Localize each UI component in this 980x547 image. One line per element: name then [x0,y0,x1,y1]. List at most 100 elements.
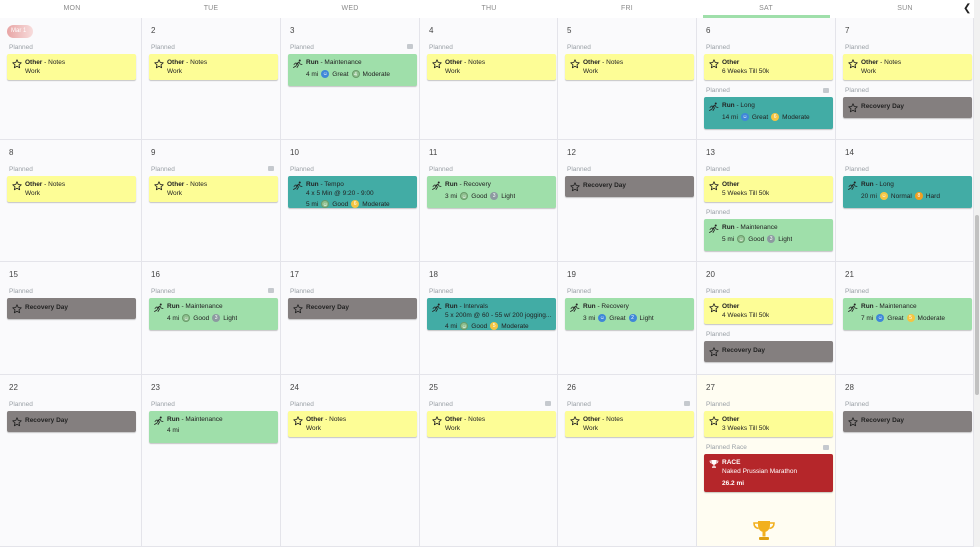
card-type: Other [861,59,879,66]
workout-card[interactable]: Recovery Day [7,411,136,432]
day-cell[interactable]: 10 Planned Run - Tempo 4 x 5 Min @ 9:20 - 9… [281,140,420,262]
day-cell[interactable]: Mar 1 Planned Other - Notes Work [0,18,142,140]
comment-icon[interactable] [268,166,274,171]
workout-card[interactable]: Other - Notes Work [427,411,556,437]
workout-card[interactable]: Run - Maintenance 4 mi ☺ Good 3 Light [149,298,278,330]
card-stats: 5 mi ☺ Good 6 Moderate [306,200,390,208]
day-cell[interactable]: 23 Planned Run - Maintenance 4 mi [142,375,281,547]
workout-card[interactable]: Run - Maintenance 5 mi ☺ Good 3 Light [704,219,833,251]
day-cell[interactable]: 17 Planned Recovery Day [281,262,420,375]
comment-icon[interactable] [545,401,551,406]
workout-card[interactable]: RACE Naked Prussian Marathon 26.2 mi [704,454,833,492]
workout-card[interactable]: Run - Maintenance 4 mi ☺ Great 4 Moderate [288,54,417,86]
workout-card[interactable]: Other - Notes Work [149,54,278,80]
workout-card[interactable]: Run - Recovery 3 mi ☺ Good 3 Light [427,176,556,208]
planned-label: Planned [429,166,453,173]
workout-card[interactable]: Run - Maintenance 4 mi [149,411,278,443]
chevron-left-icon[interactable]: ❮ [963,3,971,14]
star-icon [12,304,22,314]
feel-face-icon: ☺ [460,192,469,200]
workout-card[interactable]: Recovery Day [7,298,136,319]
workout-card[interactable]: Other - Notes Work [149,176,278,202]
day-cell[interactable]: 2 Planned Other - Notes Work [142,18,281,140]
workout-card[interactable]: Other 6 Weeks Till 50k [704,54,833,80]
workout-card[interactable]: Other - Notes Work [843,54,972,80]
workout-card[interactable]: Other - Notes Work [565,54,694,80]
card-title-line: Recovery Day [25,304,68,311]
effort-label: Moderate [362,200,390,208]
day-cell[interactable]: 18 Planned Run - Intervals 5 x 200m @ 60 - … [420,262,558,375]
comment-icon[interactable] [407,44,413,49]
day-cell[interactable]: 24 Planned Other - Notes Work [281,375,420,547]
card-subtype: - Maintenance [179,416,223,423]
card-title-line: Recovery Day [722,347,765,354]
day-cell[interactable]: 22 Planned Recovery Day [0,375,142,547]
day-cell[interactable]: 5 Planned Other - Notes Work [558,18,697,140]
day-cell[interactable]: 19 Planned Run - Recovery 3 mi ☺ Great 2 Light [558,262,697,375]
day-cell[interactable]: 15 Planned Recovery Day [0,262,142,375]
day-cell[interactable]: 6 Planned Other 6 Weeks Till 50k Planned Run … [697,18,836,140]
card-title-line: Other [722,416,739,423]
card-stats: 3 mi ☺ Great 2 Light [583,314,654,322]
card-subtype: - Maintenance [873,303,917,310]
planned-label: Planned [290,288,314,295]
date-number: 27 [706,383,715,392]
runner-icon [848,303,858,313]
scrollbar-thumb[interactable] [975,215,979,395]
distance: 4 mi [167,314,180,322]
workout-card[interactable]: Other - Notes Work [7,176,136,202]
day-cell[interactable]: 25 Planned Other - Notes Work [420,375,558,547]
card-subtype: - Tempo [318,181,344,188]
workout-card[interactable]: Other 4 Weeks Till 50k [704,298,833,324]
workout-card[interactable]: Run - Long 14 mi ☺ Great 6 Moderate [704,97,833,129]
feel-face-icon: ☺ [460,322,469,330]
workout-card[interactable]: Run - Maintenance 7 mi ☺ Great 5 Moderate [843,298,972,330]
day-cell[interactable]: 14 Planned Run - Long 20 mi ☺ Normal 8 Hard [836,140,974,262]
workout-card[interactable]: Other - Notes Work [288,411,417,437]
comment-icon[interactable] [268,288,274,293]
workout-card[interactable]: Run - Recovery 3 mi ☺ Great 2 Light [565,298,694,330]
workout-card[interactable]: Recovery Day [288,298,417,319]
effort-label: Moderate [501,322,529,330]
planned-label: Planned [151,288,175,295]
workout-card[interactable]: Other - Notes Work [427,54,556,80]
workout-card[interactable]: Recovery Day [843,411,972,432]
workout-card[interactable]: Recovery Day [843,97,972,118]
date-number: 24 [290,383,299,392]
comment-icon[interactable] [684,401,690,406]
day-cell[interactable]: 11 Planned Run - Recovery 3 mi ☺ Good 3 Light [420,140,558,262]
day-cell[interactable]: 28 Planned Recovery Day [836,375,974,547]
card-title-line: Other - Notes [306,416,346,423]
workout-card[interactable]: Other 3 Weeks Till 50k [704,411,833,437]
day-cell[interactable]: 12 Planned Recovery Day [558,140,697,262]
comment-icon[interactable] [823,445,829,450]
comment-icon[interactable] [823,88,829,93]
workout-card[interactable]: Recovery Day [565,176,694,197]
star-icon [570,182,580,192]
day-cell[interactable]: 8 Planned Other - Notes Work [0,140,142,262]
day-cell[interactable]: 21 Planned Run - Maintenance 7 mi ☺ Great 5 Mod… [836,262,974,375]
workout-card[interactable]: Recovery Day [704,341,833,362]
today-date-badge[interactable]: Mar 1 [7,25,33,38]
day-cell[interactable]: 20 Planned Other 4 Weeks Till 50k Planned Rec… [697,262,836,375]
feel-label: Great [609,314,626,322]
card-subtype: - Maintenance [318,59,362,66]
day-cell[interactable]: 3 Planned Run - Maintenance 4 mi ☺ Great 4 Mode… [281,18,420,140]
day-cell[interactable]: 4 Planned Other - Notes Work [420,18,558,140]
workout-card[interactable]: Run - Long 20 mi ☺ Normal 8 Hard [843,176,972,208]
workout-card[interactable]: Run - Intervals 5 x 200m @ 60 - 55 w/ 200… [427,298,556,330]
day-cell[interactable]: 16 Planned Run - Maintenance 4 mi ☺ Good 3 Ligh… [142,262,281,375]
day-cell[interactable]: 13 Planned Other 5 Weeks Till 50k Planned Run… [697,140,836,262]
workout-card[interactable]: Other - Notes Work [565,411,694,437]
card-subtype: - Notes [184,59,208,66]
workout-card[interactable]: Run - Tempo 4 x 5 Min @ 9:20 - 9:00 5 mi ☺ G… [288,176,417,208]
card-subtype: - Notes [42,59,66,66]
day-cell[interactable]: 7 Planned Other - Notes Work Planned Recovery… [836,18,974,140]
card-stats: 4 mi [167,427,179,434]
workout-card[interactable]: Other 5 Weeks Till 50k [704,176,833,202]
day-cell[interactable]: 9 Planned Other - Notes Work [142,140,281,262]
workout-card[interactable]: Other - Notes Work [7,54,136,80]
day-cell[interactable]: 26 Planned Other - Notes Work [558,375,697,547]
card-title-line: Run - Intervals [445,303,488,310]
card-type: Run [722,102,735,109]
